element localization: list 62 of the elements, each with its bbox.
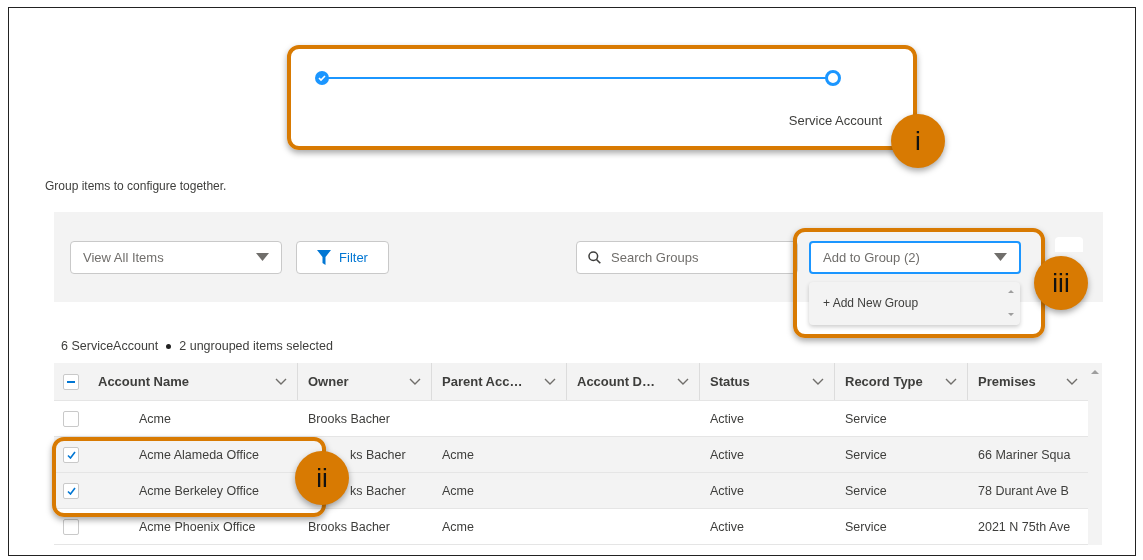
add-to-group-select[interactable]: Add to Group (2) xyxy=(809,240,1021,274)
table-cell: Service xyxy=(845,483,887,498)
column-header[interactable]: Record Type xyxy=(835,363,968,400)
table-cell: Acme xyxy=(139,411,171,426)
callout-badge: i xyxy=(891,114,945,168)
scrollbar[interactable] xyxy=(1088,363,1102,545)
table-cell: Brooks Bacher xyxy=(308,519,390,534)
table-cell: Active xyxy=(710,447,745,462)
current-step-icon[interactable] xyxy=(825,70,841,86)
step-label: Service Account xyxy=(788,113,882,128)
instruction-text: Group items to configure together. xyxy=(45,179,227,193)
selection-count: 2 ungrouped items selected xyxy=(179,339,333,353)
table-cell: ks Bacher xyxy=(350,483,406,498)
record-count: 6 ServiceAccount xyxy=(61,339,159,353)
table-cell: Service xyxy=(845,411,887,426)
row-checkbox[interactable] xyxy=(63,446,79,463)
table-cell: Acme xyxy=(442,483,474,498)
column-header[interactable]: Status xyxy=(700,363,835,400)
caret-down-icon xyxy=(994,253,1007,261)
chevron-down-icon[interactable] xyxy=(945,377,957,386)
filter-button[interactable]: Filter xyxy=(296,240,389,274)
column-header[interactable]: Parent Acc… xyxy=(432,363,567,400)
check-icon xyxy=(66,486,76,495)
column-header[interactable]: Account Name xyxy=(88,363,298,400)
row-checkbox[interactable] xyxy=(63,410,79,427)
table-cell: 66 Mariner Squa xyxy=(978,447,1071,462)
view-select[interactable]: View All Items xyxy=(70,240,282,274)
table-cell: 2021 N 75th Ave xyxy=(978,519,1071,534)
scroll-up-icon[interactable] xyxy=(1091,369,1099,374)
menu-option[interactable]: + Add New Group xyxy=(823,296,919,310)
table-cell: Acme xyxy=(442,519,474,534)
table-cell: Acme Alameda Office xyxy=(139,447,259,462)
column-header[interactable]: Premises xyxy=(968,363,1088,400)
column-header[interactable]: Owner xyxy=(298,363,432,400)
table-cell: ks Bacher xyxy=(350,447,406,462)
chevron-down-icon[interactable] xyxy=(275,377,287,386)
table-cell: Active xyxy=(710,519,745,534)
column-header[interactable]: Account D… xyxy=(567,363,700,400)
funnel-icon xyxy=(317,249,332,265)
table-cell: Acme Berkeley Office xyxy=(139,483,259,498)
bullet-icon xyxy=(166,343,172,349)
chevron-down-icon[interactable] xyxy=(544,377,556,386)
scroll-arrows-icon[interactable] xyxy=(1008,288,1014,318)
table-cell: Service xyxy=(845,447,887,462)
table-cell: Acme Phoenix Office xyxy=(139,519,256,534)
chevron-down-icon[interactable] xyxy=(1066,377,1078,386)
row-checkbox[interactable] xyxy=(63,482,79,499)
chevron-down-icon[interactable] xyxy=(812,377,824,386)
table-cell: Active xyxy=(710,411,745,426)
chevron-down-icon[interactable] xyxy=(409,377,421,386)
table-cell: Service xyxy=(845,519,887,534)
completed-step-icon[interactable] xyxy=(315,71,329,85)
check-icon xyxy=(66,450,76,459)
table-cell: 78 Durant Ave B xyxy=(978,483,1069,498)
table-cell: Brooks Bacher xyxy=(308,411,390,426)
row-checkbox[interactable] xyxy=(63,518,79,535)
caret-down-icon xyxy=(256,253,269,261)
minus-icon xyxy=(67,380,75,383)
select-all-checkbox[interactable] xyxy=(63,373,79,390)
table-cell: Active xyxy=(710,483,745,498)
chevron-down-icon[interactable] xyxy=(677,377,689,386)
table-cell: Acme xyxy=(442,447,474,462)
